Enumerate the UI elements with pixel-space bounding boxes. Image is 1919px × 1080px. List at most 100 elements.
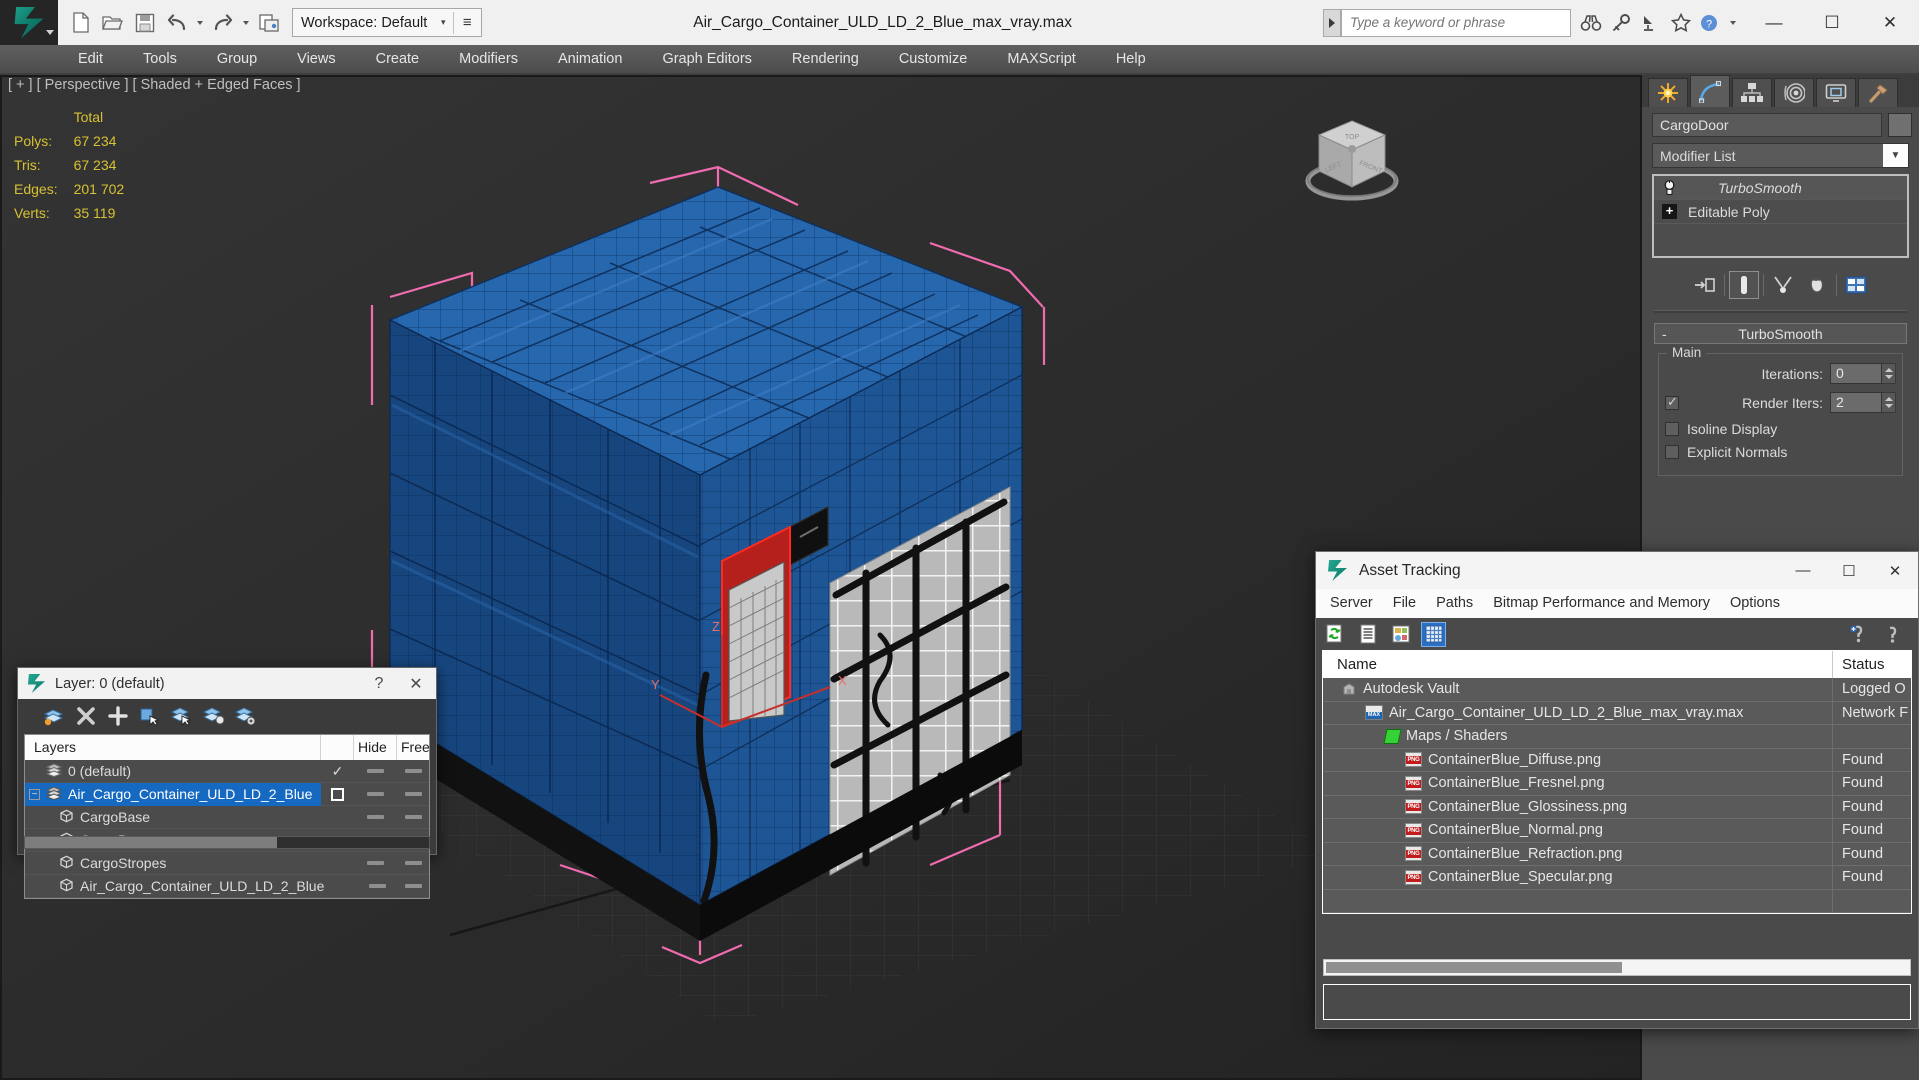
close-button[interactable]: ✕ [1861,0,1919,45]
object-hide-toggle[interactable] [356,875,398,898]
menu-item-views[interactable]: Views [277,45,355,73]
menu-item-customize[interactable]: Customize [879,45,988,73]
refresh-icon[interactable] [1322,622,1347,647]
menu-item-options[interactable]: Options [1720,589,1790,618]
project-folder-icon[interactable] [254,6,284,40]
layer-row-air-cargo-object[interactable]: Air_Cargo_Container_ULD_LD_2_Blue [25,875,429,898]
app-logo-button[interactable] [0,0,58,45]
object-freeze-toggle[interactable] [397,852,429,875]
layer-row-air-cargo-container[interactable]: − Air_Cargo_Container_ULD_LD_2_Blue [25,782,429,806]
search-expand-icon[interactable] [1323,8,1341,37]
iterations-field[interactable]: 0 [1830,363,1882,384]
configure-sets-icon[interactable] [1841,271,1871,299]
add-layer-icon[interactable] [106,705,129,728]
new-file-icon[interactable] [66,6,96,40]
menu-item-modifiers[interactable]: Modifiers [439,45,538,73]
layer-settings-icon[interactable] [234,705,257,728]
motion-tab[interactable] [1774,78,1814,107]
list-view-icon[interactable] [1355,622,1380,647]
layer-hide-toggle[interactable] [354,760,397,783]
help-icon[interactable] [1881,622,1906,647]
object-freeze-toggle[interactable] [398,875,429,898]
save-file-icon[interactable] [130,6,160,40]
asset-tracking-dialog[interactable]: Asset Tracking — ☐ ✕ Server File Paths B… [1315,551,1919,1029]
chevron-down-icon[interactable]: ▼ [1883,144,1908,167]
menu-item-help[interactable]: Help [1096,45,1166,73]
minimize-button[interactable]: — [1780,552,1826,589]
workspace-selector[interactable]: Workspace: Default ▾ ≡ [292,8,483,37]
paths-view-icon[interactable] [1388,622,1413,647]
select-objects-in-layer-icon[interactable] [138,705,161,728]
chevron-down-icon[interactable]: ▾ [436,17,450,28]
delete-layer-icon[interactable] [74,705,97,728]
binoculars-icon[interactable] [1577,8,1605,38]
layer-active-check[interactable] [321,783,354,806]
display-tab[interactable] [1816,78,1856,107]
menu-item-paths[interactable]: Paths [1426,589,1483,618]
render-iters-field[interactable]: 2 [1830,392,1882,413]
isoline-display-row[interactable]: Isoline Display [1665,421,1896,437]
scrollbar-thumb[interactable] [1326,962,1622,973]
object-active-check[interactable] [321,806,354,829]
layer-row-default[interactable]: 0 (default) ✓ [25,760,429,783]
iterations-spinner[interactable] [1882,363,1896,384]
viewport-label[interactable]: [ + ] [ Perspective ] [ Shaded + Edged F… [8,77,301,93]
help-dropdown-icon[interactable] [1727,6,1739,40]
menu-item-rendering[interactable]: Rendering [772,45,879,73]
menu-item-tools[interactable]: Tools [123,45,197,73]
create-new-layer-icon[interactable] [42,705,65,728]
modifier-stack-item-editable-poly[interactable]: + Editable Poly [1654,200,1907,224]
menu-item-animation[interactable]: Animation [538,45,642,73]
add-selection-to-layer-icon[interactable] [202,705,225,728]
asset-row-fresnel[interactable]: ContainerBlue_Fresnel.png Found [1323,772,1911,796]
object-hide-toggle[interactable] [354,852,397,875]
collapse-icon[interactable]: - [1662,326,1667,342]
asset-row-diffuse[interactable]: ContainerBlue_Diffuse.png Found [1323,748,1911,772]
layer-active-check[interactable]: ✓ [321,760,354,783]
layer-freeze-toggle[interactable] [397,783,429,806]
menu-item-server[interactable]: Server [1320,589,1383,618]
asset-row-specular[interactable]: ContainerBlue_Specular.png Found [1323,866,1911,890]
utilities-tab[interactable] [1858,78,1898,107]
menu-item-file[interactable]: File [1383,589,1426,618]
asset-horizontal-scrollbar[interactable] [1323,959,1911,976]
object-active-check[interactable] [324,875,356,898]
asset-row-empty[interactable] [1323,889,1911,913]
isoline-display-checkbox[interactable] [1665,422,1679,436]
object-hide-toggle[interactable] [354,806,397,829]
key-icon[interactable] [1607,8,1635,38]
object-name-field[interactable]: CargoDoor [1652,113,1882,137]
workspace-menu-icon[interactable]: ≡ [457,15,477,30]
layer-horizontal-scrollbar[interactable] [24,836,430,849]
undo-dropdown-icon[interactable] [194,6,206,40]
maximize-button[interactable]: ☐ [1803,0,1861,45]
render-iters-spinner[interactable] [1882,392,1896,413]
select-highlighted-layers-icon[interactable] [170,705,193,728]
add-help-icon[interactable] [1846,622,1871,647]
satellite-icon[interactable] [1637,8,1665,38]
object-color-swatch[interactable] [1888,113,1912,137]
modify-tab[interactable] [1690,75,1730,107]
menu-item-maxscript[interactable]: MAXScript [987,45,1096,73]
layer-hide-toggle[interactable] [354,783,397,806]
layer-row-cargostropes[interactable]: CargoStropes [25,852,429,875]
asset-row-autodesk-vault[interactable]: Autodesk Vault Logged O [1323,678,1911,702]
rollout-header-turbosmooth[interactable]: - TurboSmooth [1654,323,1907,344]
menu-item-edit[interactable]: Edit [58,45,123,73]
undo-icon[interactable] [162,6,192,40]
menu-item-graph-editors[interactable]: Graph Editors [642,45,771,73]
open-file-icon[interactable] [98,6,128,40]
explicit-normals-row[interactable]: Explicit Normals [1665,444,1896,460]
explicit-normals-checkbox[interactable] [1665,445,1679,459]
asset-row-normal[interactable]: ContainerBlue_Normal.png Found [1323,819,1911,843]
layer-list[interactable]: Layers Hide Free 0 (default) ✓ − Air_Car… [24,734,430,899]
redo-dropdown-icon[interactable] [240,6,252,40]
modifier-list-dropdown[interactable]: Modifier List ▼ [1652,143,1909,168]
remove-modifier-icon[interactable] [1802,271,1832,299]
close-button[interactable]: ✕ [396,674,436,694]
object-freeze-toggle[interactable] [397,806,429,829]
menu-item-bitmap-performance[interactable]: Bitmap Performance and Memory [1483,589,1720,618]
redo-icon[interactable] [208,6,238,40]
create-tab[interactable] [1648,78,1688,107]
layer-dialog[interactable]: Layer: 0 (default) ? ✕ Layers Hide Free … [17,667,437,899]
